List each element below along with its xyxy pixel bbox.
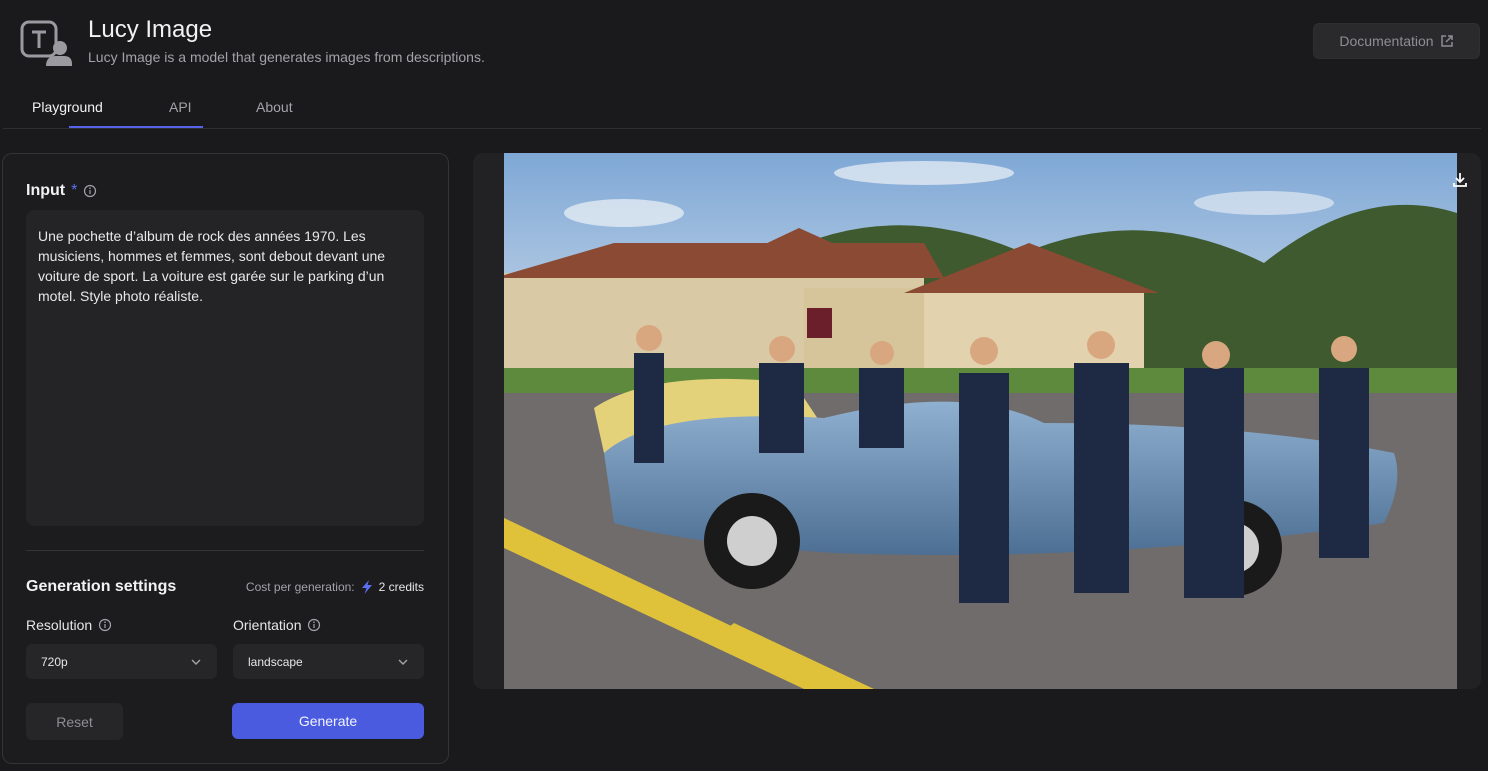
cost-value: 2 credits — [378, 580, 424, 594]
external-link-icon — [1440, 35, 1453, 47]
info-icon[interactable] — [307, 618, 321, 632]
text-to-image-logo-icon — [20, 20, 72, 66]
app-subtitle: Lucy Image is a model that generates ima… — [88, 49, 485, 65]
generation-settings-title: Generation settings — [26, 578, 177, 595]
documentation-label: Documentation — [1339, 33, 1434, 49]
chevron-down-icon — [191, 659, 201, 665]
image-preview — [473, 153, 1481, 689]
lightning-bolt-icon — [361, 580, 372, 594]
tab-playground[interactable]: Playground — [32, 99, 103, 115]
cost-label: Cost per generation: — [245, 580, 355, 594]
tab-bar: Playground API About — [3, 90, 1481, 129]
tab-about[interactable]: About — [256, 99, 293, 115]
resolution-label-text: Resolution — [26, 617, 93, 633]
generated-image — [504, 153, 1457, 689]
prompt-input[interactable]: Une pochette d’album de rock des années … — [26, 210, 424, 526]
required-marker: * — [71, 182, 78, 199]
tab-api[interactable]: API — [169, 99, 192, 115]
app-title: Lucy Image — [88, 16, 213, 43]
cost-per-generation: Cost per generation: 2 credits — [246, 579, 424, 595]
resolution-select[interactable]: 720p — [26, 644, 217, 679]
resolution-value: 720p — [41, 654, 68, 669]
documentation-button[interactable]: Documentation — [1313, 23, 1480, 59]
divider — [26, 550, 424, 551]
input-label: Input * — [26, 182, 97, 200]
chevron-down-icon — [398, 659, 408, 665]
orientation-label-text: Orientation — [233, 617, 302, 633]
settings-panel: Input * Une pochette d’album de rock des… — [2, 153, 449, 764]
orientation-value: landscape — [248, 654, 303, 669]
orientation-label: Orientation — [233, 617, 321, 633]
download-icon[interactable] — [1451, 171, 1469, 189]
info-icon[interactable] — [98, 618, 112, 632]
active-tab-indicator — [69, 126, 203, 128]
info-icon[interactable] — [83, 184, 97, 198]
orientation-select[interactable]: landscape — [233, 644, 424, 679]
resolution-label: Resolution — [26, 617, 112, 633]
generate-button[interactable]: Generate — [232, 703, 424, 739]
input-label-text: Input — [26, 182, 66, 199]
reset-button[interactable]: Reset — [26, 703, 123, 740]
app-header: Lucy Image Lucy Image is a model that ge… — [0, 0, 1488, 90]
